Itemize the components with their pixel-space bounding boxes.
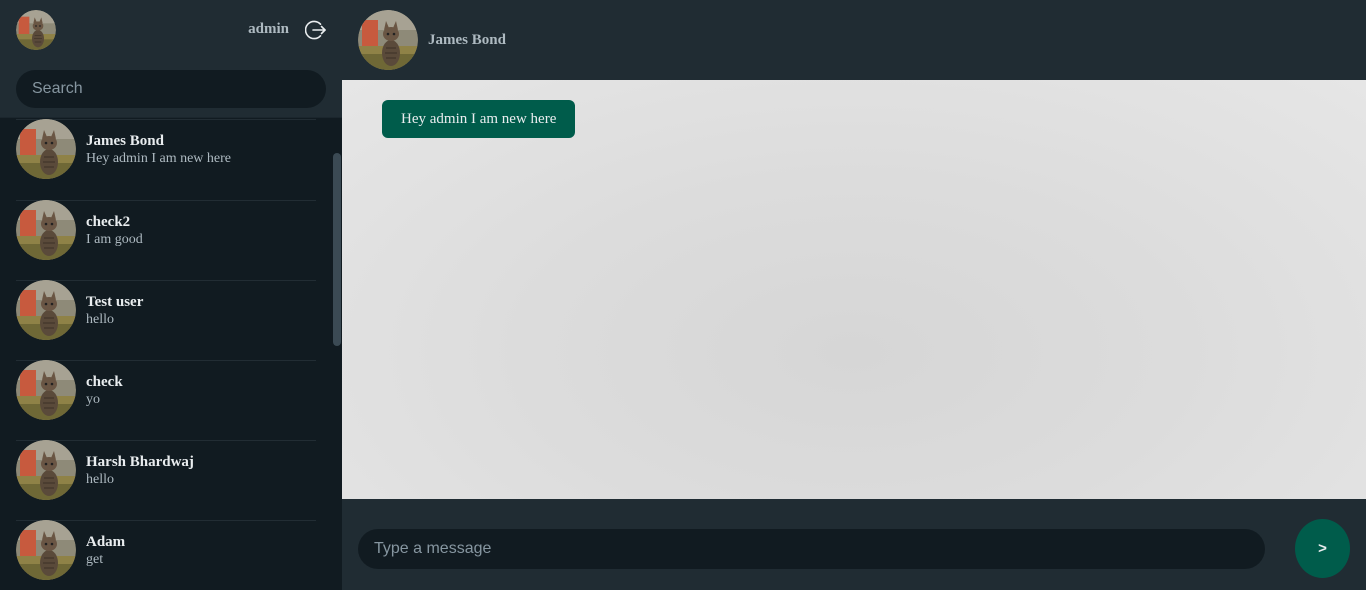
contact-avatar [16,200,76,260]
chat-contact-name: James Bond [428,32,506,48]
contact-avatar [16,360,76,420]
contact-divider [16,280,316,281]
send-button[interactable]: > [1295,519,1350,578]
contact-divider [16,119,316,120]
contact-avatar [16,520,76,580]
contact-last-message: yo [86,392,100,407]
contact-name: check [86,374,123,390]
contact-item[interactable]: check yo [0,360,332,440]
contact-item[interactable]: Test user hello [0,280,332,360]
logout-icon[interactable] [304,19,327,41]
contact-last-message: hello [86,312,114,327]
contact-divider [16,200,316,201]
current-user-avatar[interactable] [16,10,56,50]
contact-item[interactable]: James Bond Hey admin I am new here [0,119,332,199]
contact-avatar [16,440,76,500]
composer: > [342,499,1366,590]
message-bubble: Hey admin I am new here [382,100,576,138]
contact-avatar [16,119,76,179]
contact-name: James Bond [86,133,164,149]
current-username: admin [248,21,289,37]
contact-name: Harsh Bhardwaj [86,454,194,470]
contact-item[interactable]: check2 I am good [0,200,332,280]
contact-divider [16,520,316,521]
message-input[interactable] [358,529,1265,569]
contact-name: check2 [86,214,131,230]
contact-divider [16,360,316,361]
contact-name: Adam [86,534,126,550]
contact-avatar [16,280,76,340]
contact-name: Test user [86,294,144,310]
contact-list: James Bond Hey admin I am new here check… [0,119,332,590]
contact-last-message: Hey admin I am new here [86,151,231,166]
chat-header: James Bond [342,0,1366,80]
sidebar: admin James Bond Hey admin I am new here… [0,0,342,590]
contact-item[interactable]: Adam get [0,520,332,590]
chat-contact-avatar[interactable] [358,10,418,70]
contact-last-message: hello [86,472,114,487]
contact-last-message: get [86,552,104,567]
contact-last-message: I am good [86,232,143,247]
contact-list-scrollbar[interactable] [332,118,342,590]
message-area: Hey admin I am new here [342,80,1366,499]
scroll-thumb[interactable] [333,153,341,346]
search-input[interactable] [16,70,326,108]
contact-item[interactable]: Harsh Bhardwaj hello [0,440,332,520]
contact-divider [16,440,316,441]
